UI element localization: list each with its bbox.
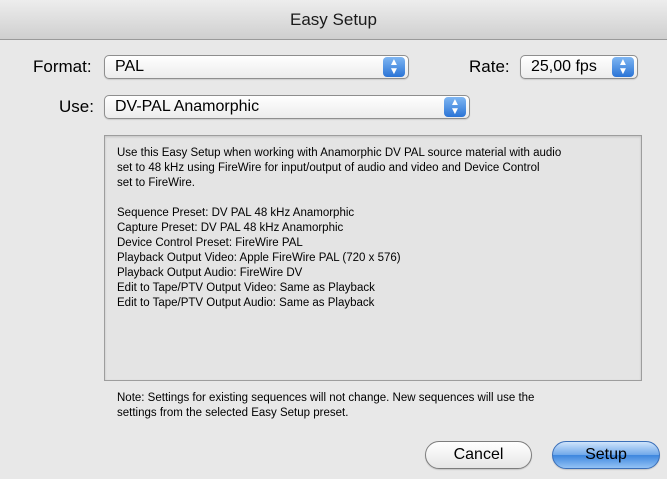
note-line: Note: Settings for existing sequences wi… [117, 392, 535, 404]
popup-arrows-icon: ▲ ▼ [612, 57, 634, 77]
use-value: DV-PAL Anamorphic [115, 98, 260, 115]
window-title: Easy Setup [290, 9, 377, 29]
use-popup[interactable]: DV-PAL Anamorphic ▲ ▼ [104, 95, 470, 119]
rate-label: Rate: [469, 57, 510, 76]
description-box: Use this Easy Setup when working with An… [104, 135, 642, 381]
popup-arrows-icon: ▲ ▼ [383, 57, 405, 77]
detail-edit-to-tape-video: Edit to Tape/PTV Output Video: Same as P… [117, 282, 375, 294]
detail-playback-output-audio: Playback Output Audio: FireWire DV [117, 267, 303, 279]
format-value: PAL [115, 58, 145, 75]
description-line: set to FireWire. [117, 177, 195, 189]
cancel-button[interactable]: Cancel [425, 441, 532, 469]
popup-arrows-icon: ▲ ▼ [444, 97, 466, 117]
title-bar: Easy Setup [0, 0, 667, 40]
detail-sequence-preset: Sequence Preset: DV PAL 48 kHz Anamorphi… [117, 207, 355, 219]
rate-value: 25,00 fps [531, 58, 597, 75]
note-line: settings from the selected Easy Setup pr… [117, 407, 349, 419]
description-line: Use this Easy Setup when working with An… [117, 147, 562, 159]
description-line: set to 48 kHz using FireWire for input/o… [117, 162, 540, 174]
rate-popup[interactable]: 25,00 fps ▲ ▼ [520, 55, 638, 79]
note-text: Note: Settings for existing sequences wi… [117, 391, 647, 421]
description-intro: Use this Easy Setup when working with An… [117, 146, 629, 191]
detail-playback-output-video: Playback Output Video: Apple FireWire PA… [117, 252, 401, 264]
setup-button[interactable]: Setup [552, 441, 660, 469]
use-label: Use: [59, 97, 94, 116]
format-label: Format: [33, 57, 92, 76]
detail-edit-to-tape-audio: Edit to Tape/PTV Output Audio: Same as P… [117, 297, 375, 309]
format-popup[interactable]: PAL ▲ ▼ [104, 55, 409, 79]
detail-device-control-preset: Device Control Preset: FireWire PAL [117, 237, 303, 249]
description-details: Sequence Preset: DV PAL 48 kHz Anamorphi… [117, 206, 629, 311]
detail-capture-preset: Capture Preset: DV PAL 48 kHz Anamorphic [117, 222, 344, 234]
